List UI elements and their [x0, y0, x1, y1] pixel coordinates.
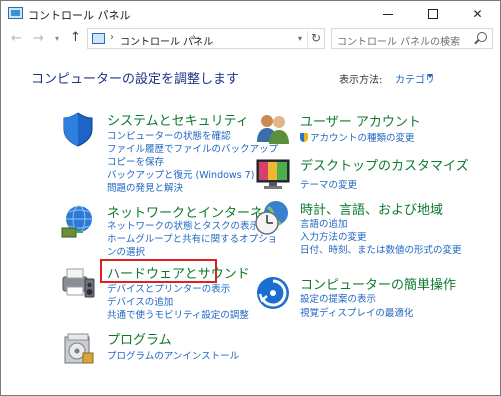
- close-button[interactable]: ✕: [455, 1, 500, 27]
- shield-icon[interactable]: [59, 110, 97, 148]
- category-system-security[interactable]: システムとセキュリティ: [107, 110, 249, 129]
- search-icon[interactable]: [477, 32, 487, 42]
- uac-shield-icon: [300, 133, 308, 142]
- link-change-theme[interactable]: テーマの変更: [300, 177, 357, 191]
- maximize-icon: [427, 9, 438, 19]
- page-title: コンピューターの設定を調整します: [31, 72, 240, 87]
- link-optimize-visual-display[interactable]: 視覚ディスプレイの最適化: [300, 305, 413, 319]
- printer-speaker-icon[interactable]: [59, 263, 97, 301]
- navigation-bar: ← → ▾ ↑ › コントロール パネル › ▾ ↻ コントロール パネルの検索: [1, 27, 500, 51]
- up-arrow-icon[interactable]: ↑: [70, 30, 81, 45]
- link-backup-restore[interactable]: バックアップと復元 (Windows 7): [107, 167, 254, 181]
- link-devices-printers[interactable]: デバイスとプリンターの表示: [107, 281, 230, 295]
- breadcrumb-chevron-icon[interactable]: ›: [192, 32, 196, 43]
- forward-arrow-icon[interactable]: →: [33, 31, 44, 46]
- recent-locations-dropdown-icon[interactable]: ▾: [55, 34, 59, 43]
- minimize-icon: [382, 13, 393, 15]
- window-title: コントロール パネル: [28, 9, 131, 22]
- network-globe-icon[interactable]: [59, 202, 97, 240]
- link-mobility-settings[interactable]: 共通で使うモビリティ設定の調整: [107, 307, 249, 321]
- control-panel-window: コントロール パネル ✕ ← → ▾ ↑ › コントロール パネル › ▾ ↻ …: [0, 0, 501, 396]
- chevron-down-icon[interactable]: [427, 74, 433, 78]
- search-placeholder: コントロール パネルの検索: [337, 37, 461, 48]
- ease-of-access-icon[interactable]: [254, 274, 292, 312]
- category-appearance-personalization[interactable]: デスクトップのカスタマイズ: [300, 155, 469, 174]
- link-network-status-tasks[interactable]: ネットワークの状態とタスクの表示: [107, 218, 259, 232]
- maximize-button[interactable]: [410, 1, 455, 27]
- programs-icon[interactable]: [59, 329, 97, 367]
- link-homegroup-sharing[interactable]: ホームグループと共有に関するオプショ: [107, 231, 277, 245]
- link-change-input-method[interactable]: 入力方法の変更: [300, 229, 367, 243]
- back-arrow-icon[interactable]: ←: [11, 31, 22, 46]
- address-dropdown-icon[interactable]: ▾: [298, 34, 302, 43]
- link-change-date-time-format[interactable]: 日付、時刻、または数値の形式の変更: [300, 242, 462, 256]
- link-add-language[interactable]: 言語の追加: [300, 216, 348, 230]
- link-check-computer-status[interactable]: コンピューターの状態を確認: [107, 128, 231, 142]
- link-find-fix-problems[interactable]: 問題の発見と解決: [107, 180, 183, 194]
- title-bar[interactable]: コントロール パネル ✕: [1, 1, 500, 27]
- user-accounts-icon[interactable]: [254, 110, 292, 148]
- link-settings-suggestions[interactable]: 設定の提案の表示: [300, 291, 376, 305]
- link-file-history-backup-cont[interactable]: コピーを保存: [107, 154, 164, 168]
- refresh-icon[interactable]: ↻: [306, 31, 321, 48]
- minimize-button[interactable]: [365, 1, 410, 27]
- link-uninstall-program[interactable]: プログラムのアンインストール: [107, 348, 239, 362]
- close-icon: ✕: [472, 7, 483, 21]
- search-input[interactable]: コントロール パネルの検索: [331, 28, 493, 49]
- category-hardware-sound[interactable]: ハードウェアとサウンド: [107, 263, 250, 282]
- link-homegroup-sharing-cont[interactable]: ンの選択: [107, 244, 145, 258]
- address-bar[interactable]: › コントロール パネル › ▾ ↻: [87, 28, 325, 49]
- clock-globe-icon[interactable]: [254, 199, 292, 237]
- control-panel-icon: [92, 33, 105, 44]
- view-by-label: 表示方法:: [339, 75, 383, 86]
- category-user-accounts[interactable]: ユーザー アカウント: [300, 111, 421, 130]
- control-panel-icon: [8, 7, 23, 19]
- link-change-account-type[interactable]: アカウントの種類の変更: [300, 130, 415, 144]
- breadcrumb-control-panel[interactable]: コントロール パネル: [120, 33, 213, 48]
- link-add-device[interactable]: デバイスの追加: [107, 294, 173, 308]
- link-file-history-backup[interactable]: ファイル履歴でファイルのバックアップ: [107, 141, 278, 155]
- category-programs[interactable]: プログラム: [107, 329, 172, 348]
- desktop-monitor-icon[interactable]: [254, 155, 292, 193]
- link-change-account-type-label: アカウントの種類の変更: [310, 133, 415, 144]
- breadcrumb-chevron-icon[interactable]: ›: [110, 32, 114, 43]
